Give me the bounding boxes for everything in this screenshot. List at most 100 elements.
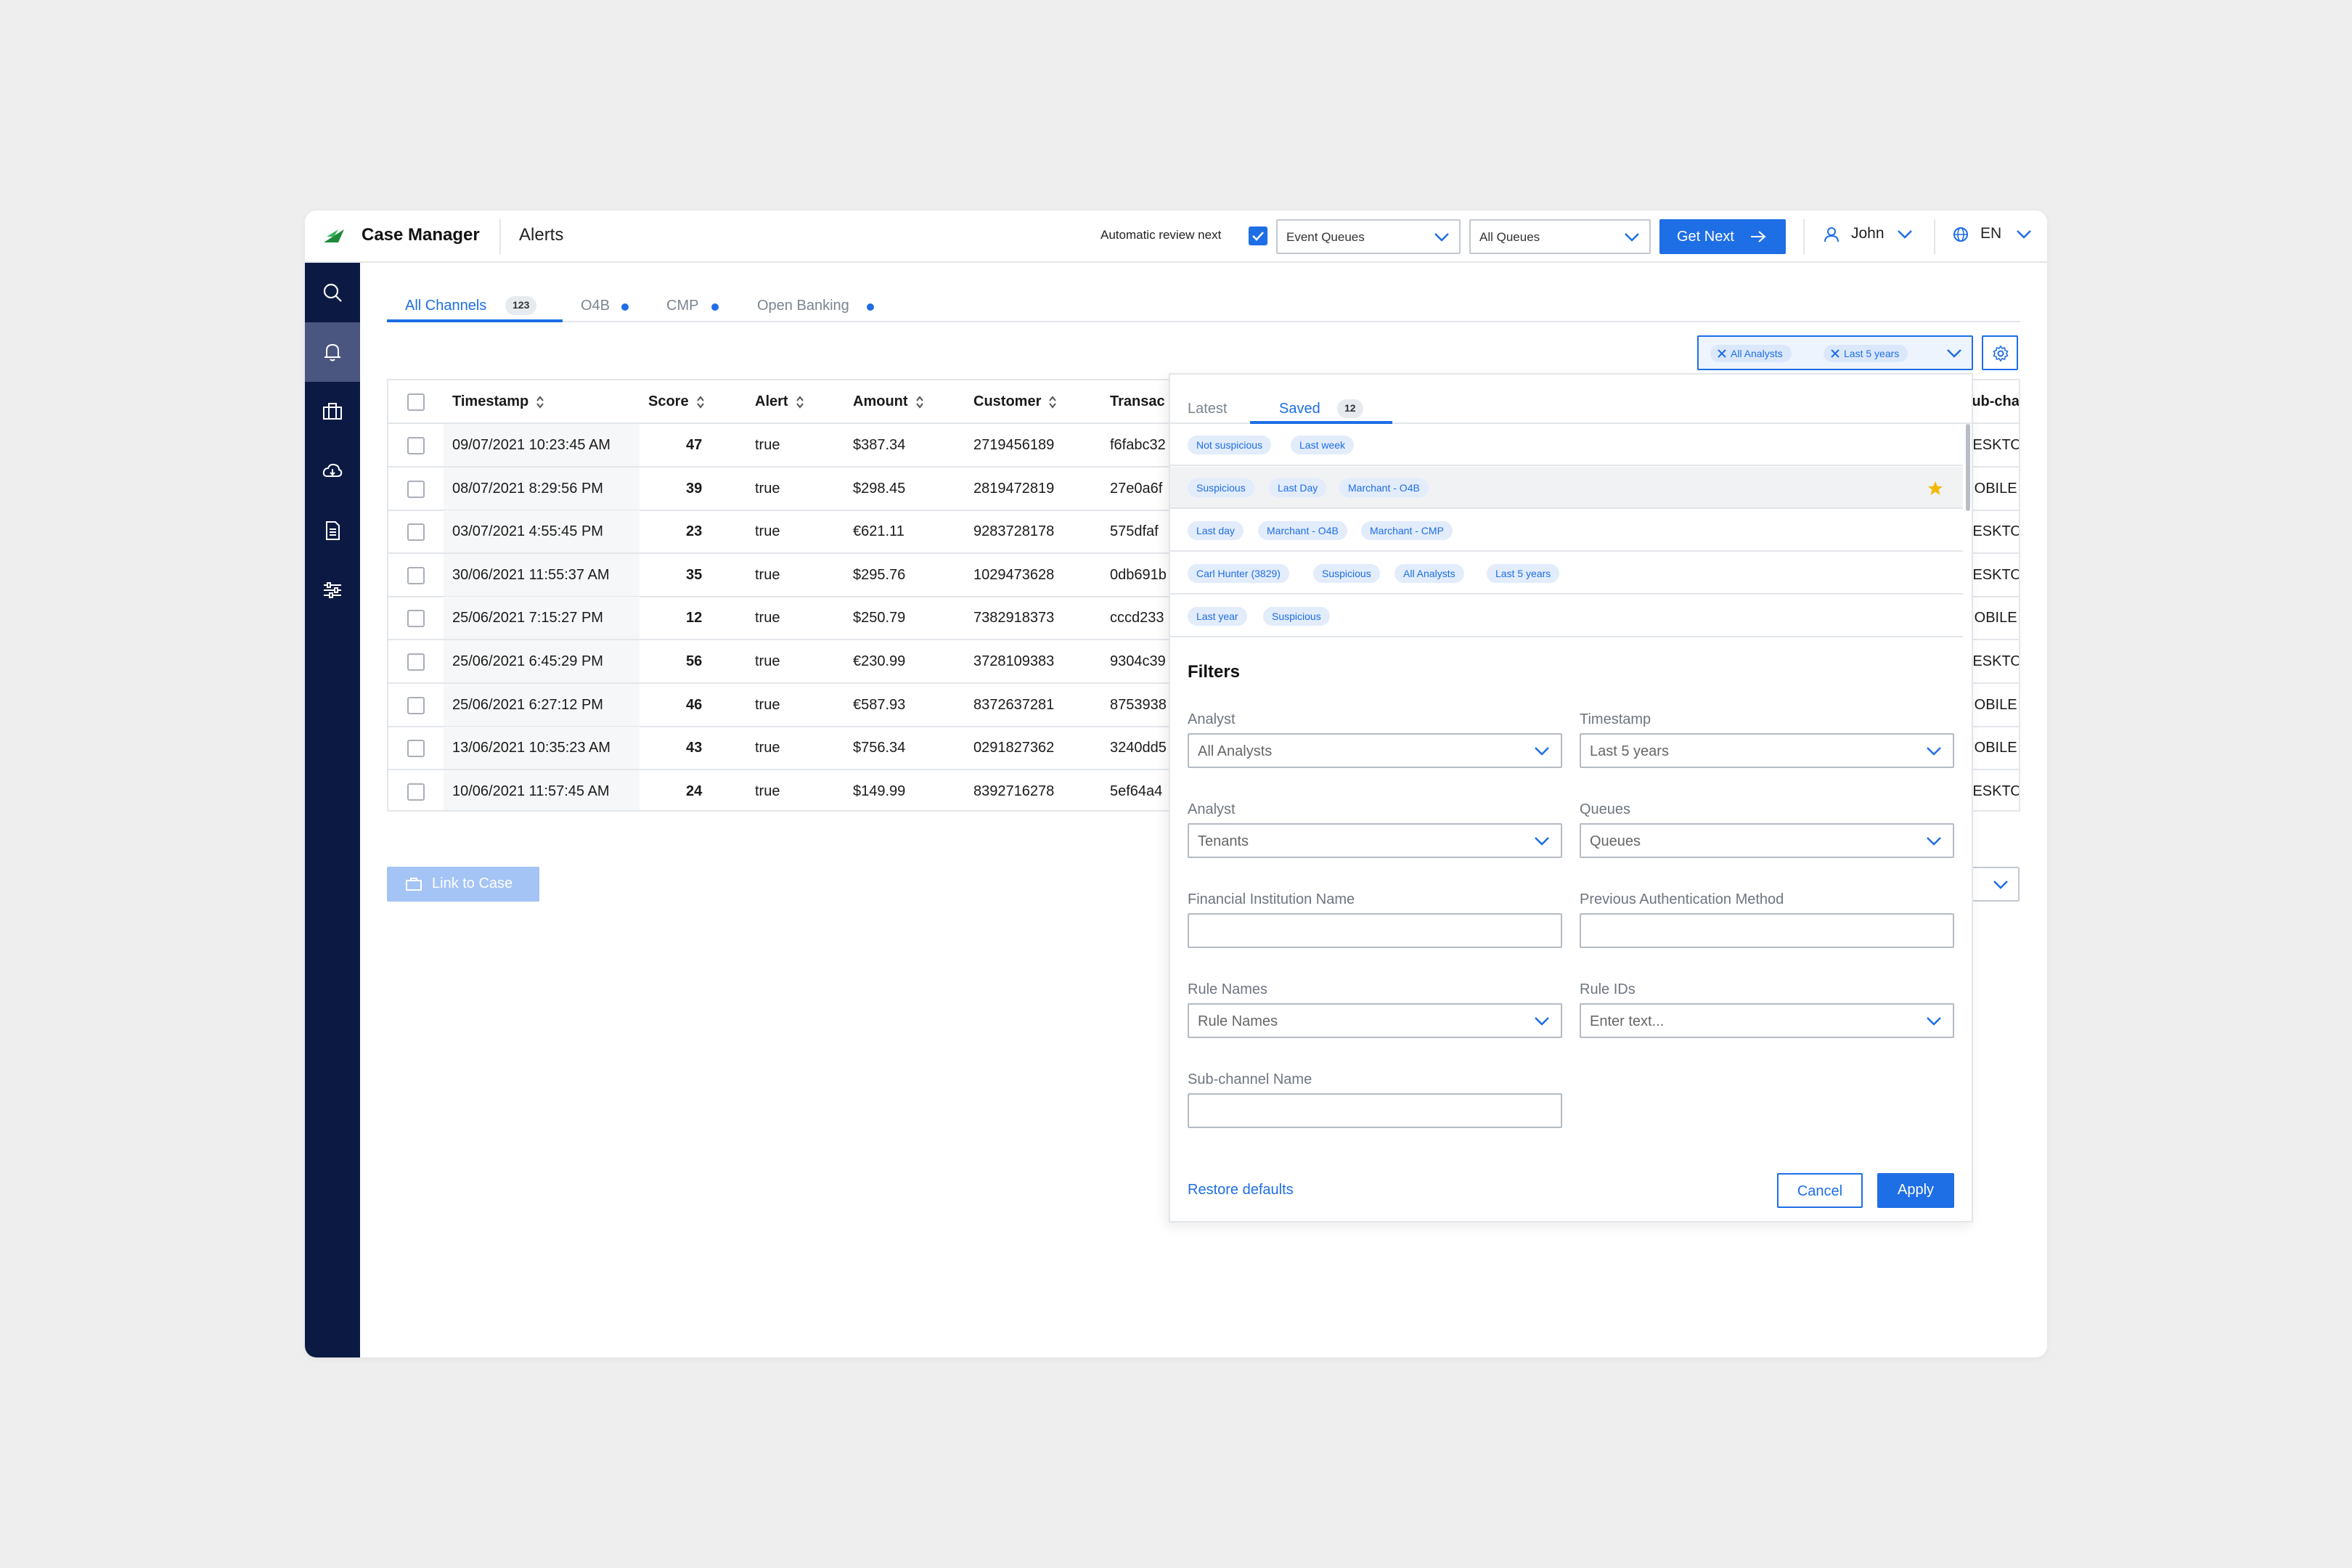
sidebar-item-search[interactable]: [305, 263, 360, 322]
financial-institution-label: Financial Institution Name: [1188, 891, 1355, 907]
saved-filter-row[interactable]: Carl Hunter (3829) Suspicious All Analysts…: [1170, 552, 1963, 595]
row-checkbox[interactable]: [407, 523, 425, 542]
transaction-cell: 575dfaf: [1110, 523, 1159, 540]
divider: [499, 219, 501, 254]
customer-cell[interactable]: 9283728178: [973, 523, 1054, 540]
row-checkbox[interactable]: [407, 480, 425, 498]
rule-ids-select[interactable]: Enter text...: [1580, 1003, 1954, 1038]
column-header-customer[interactable]: Customer: [973, 393, 1057, 410]
column-header-alert[interactable]: Alert: [755, 393, 804, 410]
customer-cell[interactable]: 8372637281: [973, 697, 1054, 714]
row-checkbox[interactable]: [407, 783, 425, 801]
financial-institution-input[interactable]: [1188, 913, 1562, 948]
transaction-cell: 0db691b: [1110, 566, 1167, 583]
tab-open-banking[interactable]: Open Banking: [757, 298, 849, 314]
filter-tag: Last day: [1188, 521, 1244, 540]
amount-cell: $756.34: [853, 740, 906, 756]
sort-icon: [915, 396, 923, 409]
row-checkbox[interactable]: [407, 696, 425, 714]
restore-defaults-link[interactable]: Restore defaults: [1188, 1182, 1294, 1199]
row-checkbox[interactable]: [407, 740, 425, 758]
filter-tag: All Analysts: [1395, 564, 1464, 583]
bell-icon: [324, 343, 340, 362]
previous-auth-label: Previous Authentication Method: [1580, 891, 1784, 907]
star-icon[interactable]: [1927, 480, 1944, 497]
sidebar-item-cases[interactable]: [305, 382, 360, 441]
timestamp-select[interactable]: Last 5 years: [1580, 733, 1954, 768]
filter-tag: Marchant - O4B: [1258, 521, 1347, 540]
sort-icon: [696, 396, 704, 409]
row-checkbox[interactable]: [407, 610, 425, 628]
rule-ids-placeholder: Enter text...: [1590, 1013, 1665, 1029]
chevron-down-icon: [1625, 233, 1639, 242]
saved-filter-row[interactable]: Last year Suspicious: [1170, 595, 1963, 637]
customer-cell[interactable]: 1029473628: [973, 567, 1054, 584]
alert-cell: true: [755, 610, 780, 626]
filter-chip[interactable]: Last 5 years: [1824, 345, 1908, 362]
sidebar-item-alerts[interactable]: [305, 322, 360, 382]
filter-tag: Last Day: [1269, 478, 1327, 497]
customer-cell[interactable]: 2719456189: [973, 437, 1054, 454]
link-to-case-button[interactable]: Link to Case: [387, 867, 539, 902]
chevron-down-icon: [1535, 837, 1549, 846]
filter-summary-select[interactable]: All Analysts Last 5 years: [1697, 335, 1973, 370]
column-header-timestamp[interactable]: Timestamp: [452, 393, 544, 410]
saved-filter-row[interactable]: Not suspicious Last week: [1170, 424, 1963, 466]
customer-cell[interactable]: 7382918373: [973, 610, 1054, 626]
event-queues-value: Event Queues: [1286, 230, 1365, 244]
tab-cmp[interactable]: CMP: [666, 298, 698, 314]
get-next-label: Get Next: [1677, 229, 1734, 245]
filter-chip[interactable]: All Analysts: [1710, 345, 1792, 362]
customer-cell[interactable]: 2819472819: [973, 481, 1054, 497]
timestamp-value: Last 5 years: [1590, 743, 1669, 759]
queues-select[interactable]: Queues: [1580, 823, 1954, 858]
column-header-transaction[interactable]: Transac: [1110, 393, 1165, 410]
tab-all-channels[interactable]: All Channels: [405, 298, 486, 314]
customer-cell[interactable]: 3728109383: [973, 653, 1054, 670]
sidebar-item-settings[interactable]: [305, 560, 360, 620]
score-cell: 12: [686, 610, 703, 626]
previous-auth-input[interactable]: [1580, 913, 1954, 948]
get-next-button[interactable]: Get Next: [1659, 219, 1786, 254]
saved-filter-row[interactable]: Suspicious Last Day Marchant - O4B: [1170, 467, 1963, 509]
sidebar-item-downloads[interactable]: [305, 441, 360, 501]
tab-o4b[interactable]: O4B: [581, 298, 610, 314]
tab-latest[interactable]: Latest: [1188, 401, 1227, 417]
amount-cell: €621.11: [853, 523, 905, 540]
settings-button[interactable]: [1982, 335, 2018, 370]
auto-review-checkbox[interactable]: [1249, 226, 1267, 245]
rule-names-label: Rule Names: [1188, 981, 1268, 997]
score-cell: 56: [686, 653, 703, 669]
scrollbar[interactable]: [1966, 424, 1970, 511]
column-header-amount[interactable]: Amount: [853, 393, 924, 410]
document-icon: [326, 521, 340, 540]
subchannel-input[interactable]: [1188, 1093, 1562, 1128]
link-to-case-label: Link to Case: [432, 875, 513, 891]
status-dot: [711, 303, 719, 311]
customer-cell[interactable]: 8392716278: [973, 783, 1054, 800]
rule-names-select[interactable]: Rule Names: [1188, 1003, 1562, 1038]
column-header-score[interactable]: Score: [648, 393, 705, 410]
saved-filter-row[interactable]: Last day Marchant - O4B Marchant - CMP: [1170, 510, 1963, 552]
saved-count-badge: 12: [1337, 399, 1363, 418]
all-queues-select[interactable]: All Queues: [1469, 219, 1651, 254]
close-icon[interactable]: [1831, 349, 1839, 358]
tab-saved[interactable]: Saved: [1279, 401, 1320, 417]
row-checkbox[interactable]: [407, 653, 425, 671]
event-queues-select[interactable]: Event Queues: [1276, 219, 1461, 254]
close-icon[interactable]: [1718, 349, 1726, 358]
cancel-button[interactable]: Cancel: [1777, 1173, 1863, 1208]
analyst-select[interactable]: All Analysts: [1188, 733, 1562, 768]
customer-cell[interactable]: 0291827362: [973, 740, 1054, 756]
row-checkbox[interactable]: [407, 437, 425, 454]
chevron-down-icon: [1927, 747, 1941, 756]
sort-icon: [796, 396, 804, 409]
row-checkbox[interactable]: [407, 566, 425, 584]
apply-button[interactable]: Apply: [1877, 1173, 1954, 1208]
tenants-select[interactable]: Tenants: [1188, 823, 1562, 858]
sidebar-item-reports[interactable]: [305, 501, 360, 560]
search-icon: [323, 283, 342, 302]
select-all-checkbox[interactable]: [407, 393, 425, 411]
transaction-cell: cccd233: [1110, 610, 1164, 626]
filter-tag: Marchant - O4B: [1339, 478, 1429, 497]
